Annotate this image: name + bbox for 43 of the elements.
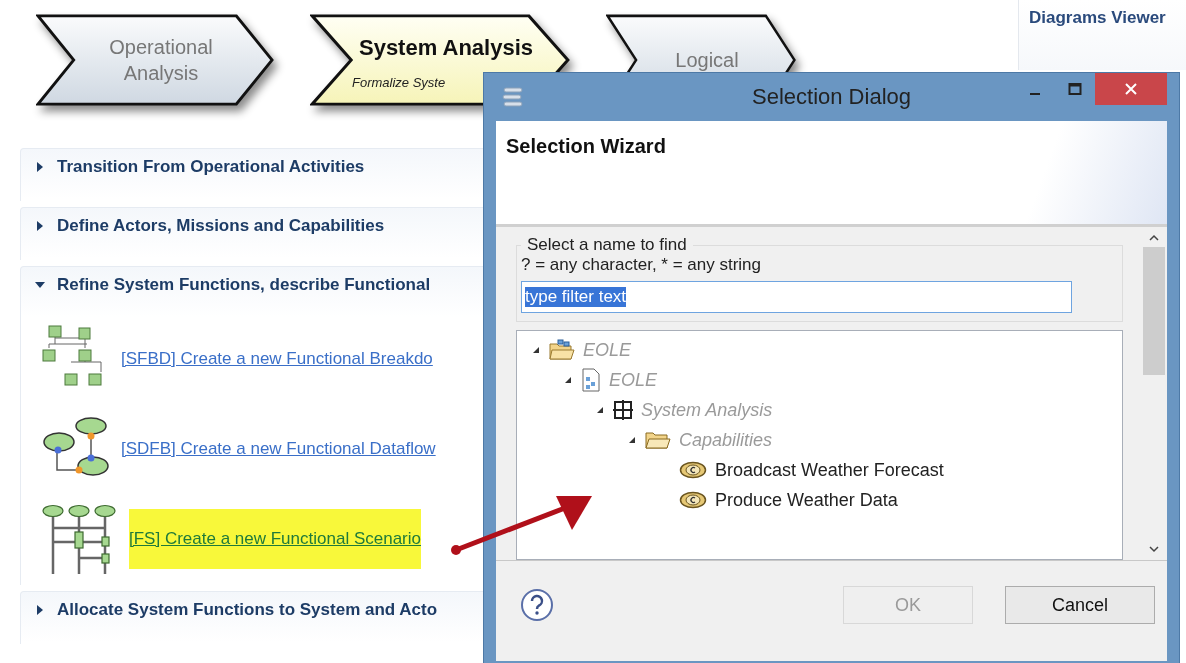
grid-icon — [613, 400, 633, 420]
caret-icon — [35, 221, 45, 231]
tree-item[interactable]: Produce Weather Data — [715, 489, 898, 511]
hint-text: ? = any character, * = any string — [521, 255, 763, 275]
close-button[interactable] — [1095, 73, 1167, 105]
capability-icon — [679, 461, 707, 479]
stack-icon — [502, 87, 524, 107]
section-header[interactable]: Define Actors, Missions and Capabilities — [21, 208, 489, 236]
document-icon — [581, 368, 601, 392]
tree-item[interactable]: System Analysis — [641, 399, 773, 421]
maximize-icon — [1068, 82, 1082, 96]
scenario-icon — [41, 504, 119, 574]
tree-item[interactable]: EOLE — [609, 369, 658, 391]
filter-field[interactable]: type filter text — [521, 281, 1072, 313]
tree-item[interactable]: Broadcast Weather Forecast — [715, 459, 944, 481]
tree-item[interactable]: Capabilities — [679, 429, 773, 451]
scroll-down-icon[interactable] — [1148, 544, 1160, 554]
close-icon — [1124, 82, 1138, 96]
folder-icon — [549, 339, 575, 361]
expanded-arrow-icon[interactable] — [563, 376, 573, 384]
section-header[interactable]: Allocate System Functions to System and Acto — [21, 592, 489, 620]
caret-icon — [35, 605, 45, 615]
diagram-link[interactable]: [FS] Create a new Functional Scenario — [129, 509, 421, 569]
diagram-link[interactable]: [SFBD] Create a new Functional Breakdo — [121, 329, 433, 389]
help-icon[interactable] — [520, 588, 554, 622]
scroll-up-icon[interactable] — [1148, 233, 1160, 243]
tree-item[interactable]: EOLE — [583, 339, 632, 361]
expanded-arrow-icon[interactable] — [627, 436, 637, 444]
process-step[interactable]: Operational Analysis — [36, 14, 274, 106]
dialog-button[interactable]: Cancel — [1005, 586, 1155, 624]
panel-title: Diagrams Viewer — [1028, 7, 1167, 28]
section-header[interactable]: Refine System Functions, describe Functional — [21, 267, 489, 295]
group-label: Select a name to find — [526, 235, 688, 255]
expanded-arrow-icon[interactable] — [595, 406, 605, 414]
caret-icon — [35, 162, 45, 172]
capability-icon — [679, 491, 707, 509]
diagram-link[interactable]: [SDFB] Create a new Functional Dataflow — [121, 419, 436, 479]
caret-icon — [35, 280, 45, 290]
folder-icon — [645, 430, 671, 450]
expanded-arrow-icon[interactable] — [531, 346, 541, 354]
wizard-title: Selection Wizard — [505, 134, 666, 158]
section-header[interactable]: Transition From Operational Activities — [21, 149, 489, 177]
minimize-icon — [1030, 93, 1040, 95]
